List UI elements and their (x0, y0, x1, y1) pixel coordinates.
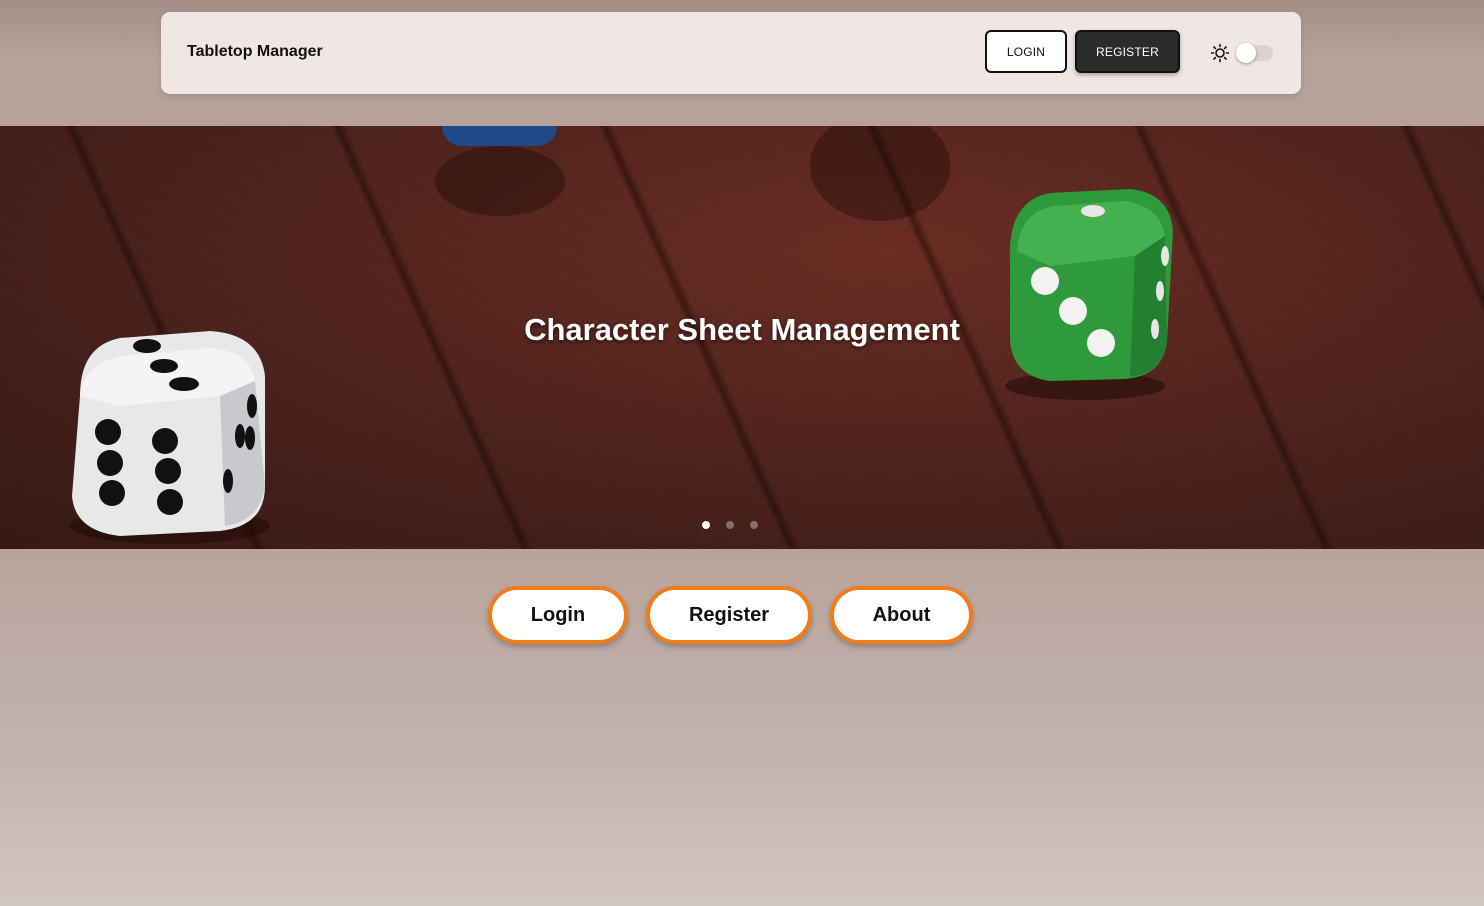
hero-title: Character Sheet Management (524, 312, 960, 347)
top-navbar: Tabletop Manager LOGIN REGISTER (161, 12, 1301, 94)
toggle-knob (1236, 43, 1256, 63)
carousel-dot-2[interactable] (726, 521, 734, 529)
sun-icon (1210, 43, 1230, 63)
blue-die-image (435, 126, 565, 216)
shadow-image (810, 126, 950, 221)
login-button[interactable]: Login (488, 586, 628, 644)
register-button[interactable]: Register (646, 586, 812, 644)
about-button[interactable]: About (830, 586, 973, 644)
theme-toggle[interactable] (1236, 43, 1273, 63)
brand-title[interactable]: Tabletop Manager (187, 43, 323, 61)
hero-carousel: Character Sheet Management (0, 126, 1484, 549)
nav-login-button[interactable]: LOGIN (985, 30, 1067, 73)
carousel-dot-1[interactable] (702, 521, 710, 529)
nav-register-button[interactable]: REGISTER (1075, 30, 1180, 73)
green-die-image (1005, 189, 1173, 400)
carousel-dot-3[interactable] (750, 521, 758, 529)
carousel-indicators (702, 521, 758, 529)
white-die-image (70, 331, 270, 544)
